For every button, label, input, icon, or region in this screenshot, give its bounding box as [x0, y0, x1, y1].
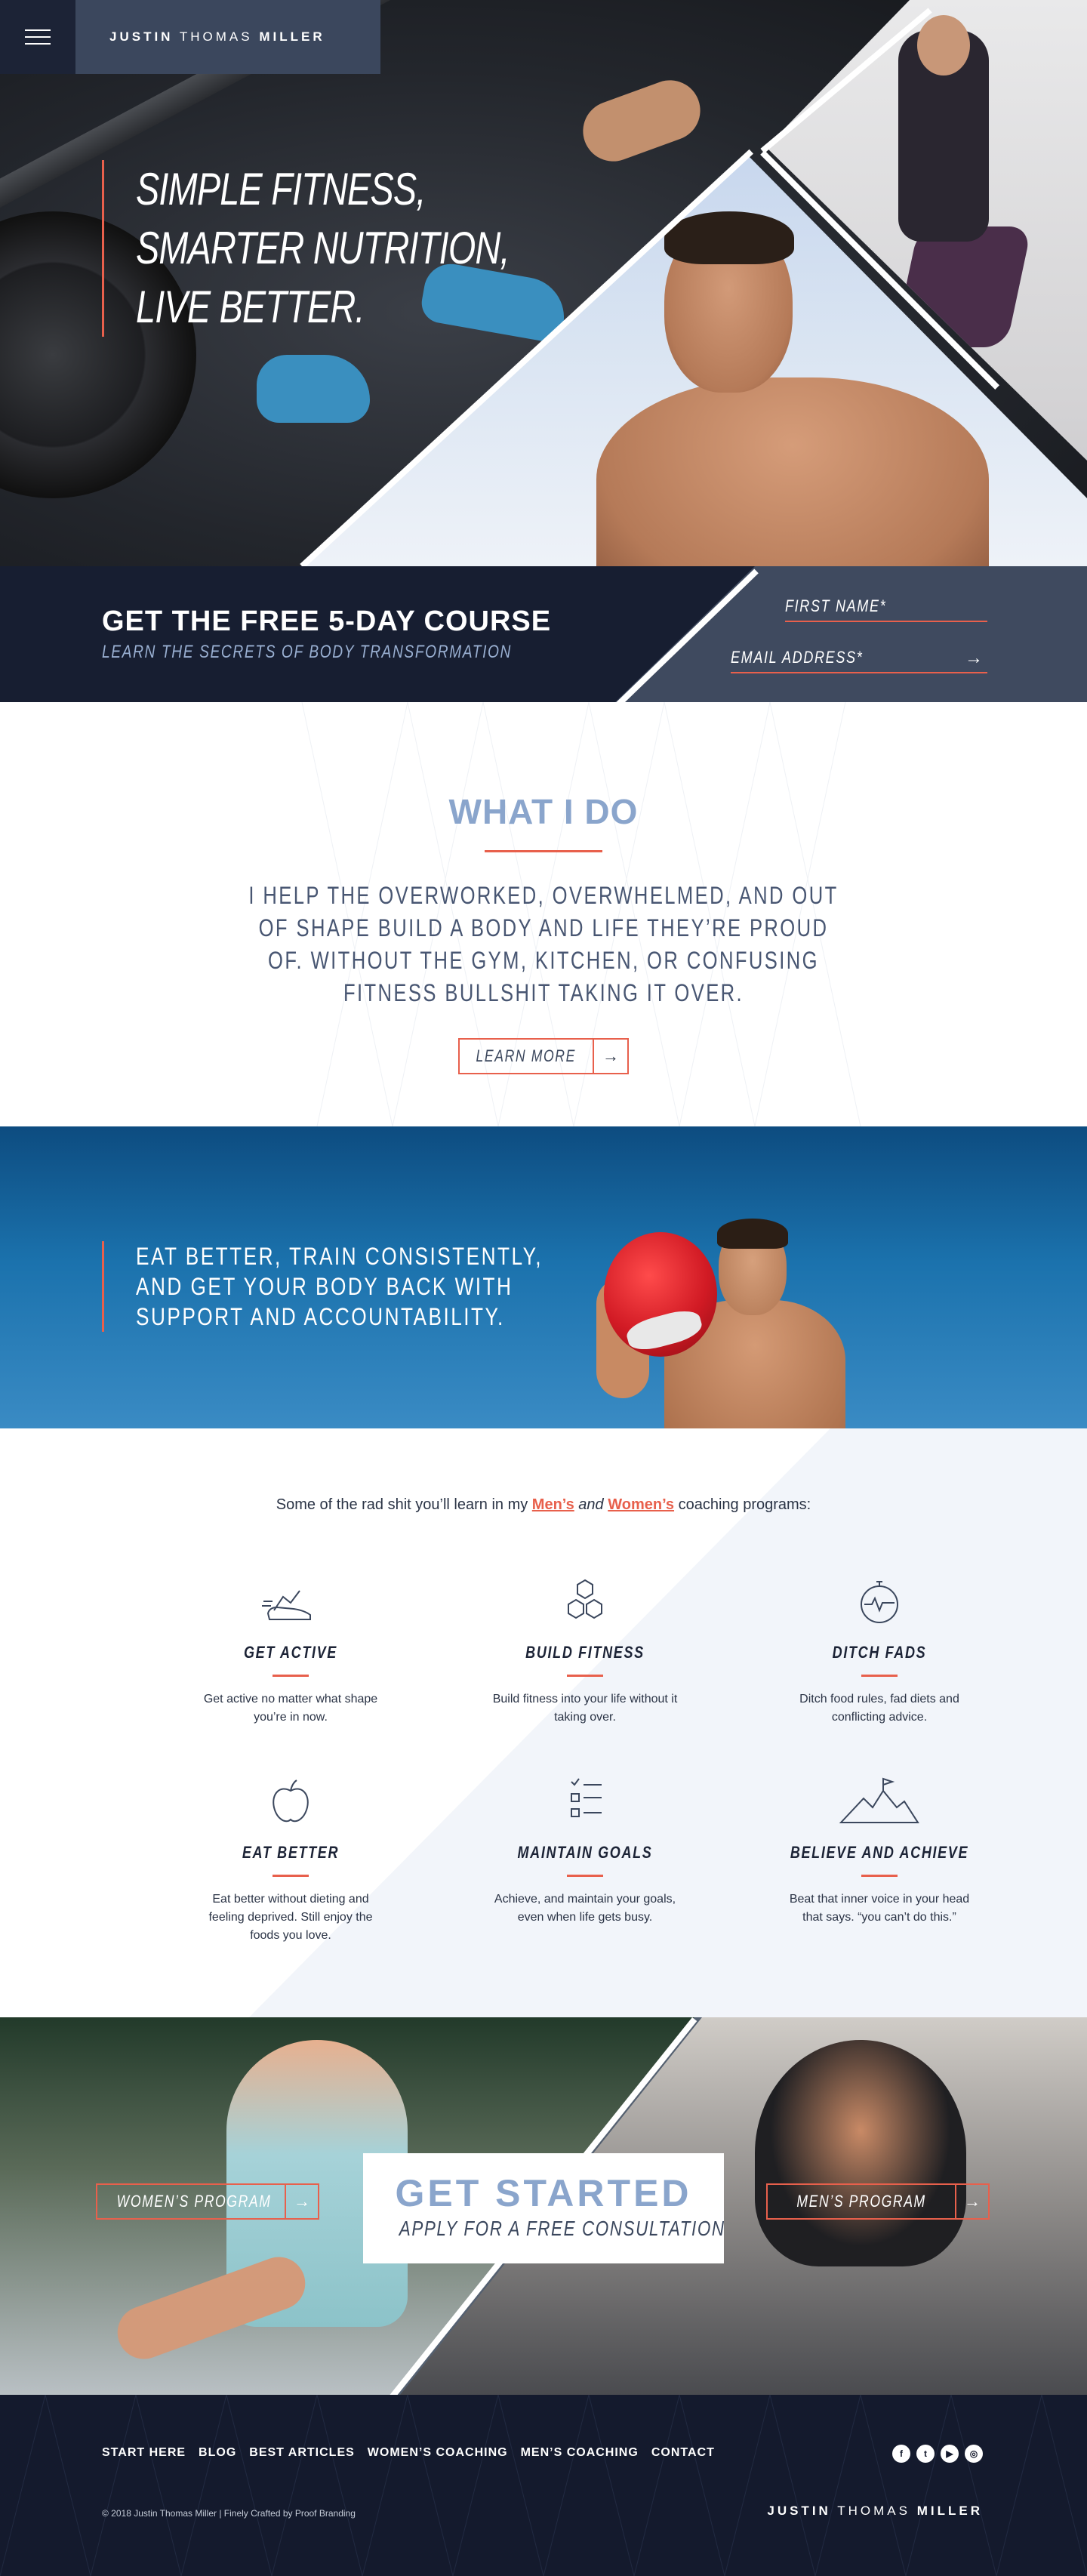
facebook-icon[interactable]: f — [892, 2445, 910, 2463]
submit-arrow-icon[interactable]: → — [965, 648, 984, 669]
feature-title: MAINTAIN GOALS — [517, 1843, 653, 1862]
what-i-do-title: WHAT I DO — [448, 792, 639, 831]
mens-program-button[interactable]: MEN’S PROGRAM → — [766, 2183, 990, 2220]
feature-title: EAT BETTER — [242, 1843, 340, 1862]
womens-link[interactable]: Women’s — [608, 1496, 674, 1513]
what-i-do-section: WHAT I DO I HELP THE OVERWORKED, OVERWHE… — [0, 702, 1087, 1126]
course-subtitle: LEARN THE SECRETS OF BODY TRANSFORMATION — [102, 642, 512, 662]
site-footer: START HERE BLOG BEST ARTICLES WOMEN’S CO… — [0, 2395, 1087, 2576]
feature-title: BELIEVE AND ACHIEVE — [790, 1843, 969, 1862]
diamond-pattern-background — [0, 2395, 1087, 2576]
feature-text: Ditch food rules, fad diets and conflict… — [799, 1693, 959, 1724]
what-i-do-body: I HELP THE OVERWORKED, OVERWHELMED, AND … — [248, 882, 839, 1006]
copyright: © 2018 Justin Thomas Miller | Finely Cra… — [102, 2508, 356, 2519]
accountability-banner: EAT BETTER, TRAIN CONSISTENTLY, AND GET … — [0, 1126, 1087, 1428]
footer-link-start-here[interactable]: START HERE — [102, 2446, 186, 2460]
site-logo[interactable]: JUSTIN THOMAS MILLER — [109, 29, 325, 45]
checklist-icon — [438, 1772, 732, 1832]
get-started-section: WOMEN’S PROGRAM → MEN’S PROGRAM → GET ST… — [0, 2017, 1087, 2395]
programs-section: Some of the rad shit you’ll learn in my … — [0, 1428, 1087, 2017]
hero-line: SMARTER NUTRITION, — [136, 223, 510, 273]
mountain-flag-icon — [732, 1772, 1027, 1832]
footer-link-womens-coaching[interactable]: WOMEN’S COACHING — [368, 2446, 508, 2460]
feature-text: Achieve, and maintain your goals, even w… — [494, 1893, 676, 1924]
footer-link-best-articles[interactable]: BEST ARTICLES — [249, 2446, 355, 2460]
feature-text: Beat that inner voice in your head that … — [789, 1893, 970, 1924]
feature-title: BUILD FITNESS — [525, 1643, 645, 1662]
twitter-icon[interactable]: t — [916, 2445, 935, 2463]
hero-line: LIVE BETTER. — [136, 282, 365, 332]
shoe-icon — [143, 1572, 438, 1632]
feature-item: EAT BETTER Eat better without dieting an… — [143, 1772, 438, 1945]
feature-item: DITCH FADS Ditch food rules, fad diets a… — [732, 1572, 1027, 1727]
stopwatch-icon — [732, 1572, 1027, 1632]
learn-more-button[interactable]: LEARN MORE → — [458, 1038, 629, 1074]
footer-link-mens-coaching[interactable]: MEN’S COACHING — [521, 2446, 639, 2460]
get-started-button[interactable]: GET STARTED APPLY FOR A FREE CONSULTATIO… — [363, 2153, 724, 2263]
arrow-right-icon: → — [294, 2192, 310, 2211]
feature-item: BUILD FITNESS Build fitness into your li… — [438, 1572, 732, 1727]
youtube-icon[interactable]: ▶ — [941, 2445, 959, 2463]
hero-headline: SIMPLE FITNESS, SMARTER NUTRITION, LIVE … — [102, 160, 614, 337]
instagram-icon[interactable]: ◎ — [965, 2445, 983, 2463]
mens-link[interactable]: Men’s — [532, 1496, 574, 1513]
email-field[interactable]: EMAIL ADDRESS* → — [731, 648, 987, 673]
cubes-icon — [438, 1572, 732, 1632]
feature-item: GET ACTIVE Get active no matter what sha… — [143, 1572, 438, 1727]
footer-logo[interactable]: JUSTIN THOMAS MILLER — [767, 2504, 983, 2519]
accountability-quote: EAT BETTER, TRAIN CONSISTENTLY, AND GET … — [102, 1241, 632, 1332]
womens-program-button[interactable]: WOMEN’S PROGRAM → — [96, 2183, 319, 2220]
feature-text: Get active no matter what shape you’re i… — [203, 1693, 378, 1724]
hero-section: JUSTIN THOMAS MILLER SIMPLE FITNESS, SMA… — [0, 0, 1087, 566]
feature-item: BELIEVE AND ACHIEVE Beat that inner voic… — [732, 1772, 1027, 1945]
free-course-signup: GET THE FREE 5-DAY COURSE LEARN THE SECR… — [0, 566, 1087, 702]
arrow-right-icon: → — [964, 2192, 981, 2211]
hamburger-menu-icon[interactable] — [0, 0, 75, 74]
first-name-field[interactable]: FIRST NAME* — [785, 596, 987, 622]
feature-text: Build fitness into your life without it … — [492, 1693, 678, 1724]
hero-line: SIMPLE FITNESS, — [136, 164, 426, 214]
programs-intro: Some of the rad shit you’ll learn in my … — [276, 1496, 811, 1513]
feature-title: DITCH FADS — [832, 1643, 927, 1662]
site-header: JUSTIN THOMAS MILLER — [0, 0, 380, 74]
arrow-right-icon: → — [602, 1046, 619, 1065]
title-divider — [485, 850, 602, 852]
social-links: f t ▶ ◎ — [892, 2445, 983, 2463]
features-grid: GET ACTIVE Get active no matter what sha… — [143, 1572, 1027, 1945]
feature-title: GET ACTIVE — [244, 1643, 337, 1662]
footer-link-blog[interactable]: BLOG — [199, 2446, 236, 2460]
feature-item: MAINTAIN GOALS Achieve, and maintain you… — [438, 1772, 732, 1945]
course-title: GET THE FREE 5-DAY COURSE — [102, 605, 552, 637]
footer-nav: START HERE BLOG BEST ARTICLES WOMEN’S CO… — [102, 2446, 715, 2460]
feature-text: Eat better without dieting and feeling d… — [208, 1893, 373, 1942]
apple-icon — [143, 1772, 438, 1832]
footer-link-contact[interactable]: CONTACT — [651, 2446, 715, 2460]
